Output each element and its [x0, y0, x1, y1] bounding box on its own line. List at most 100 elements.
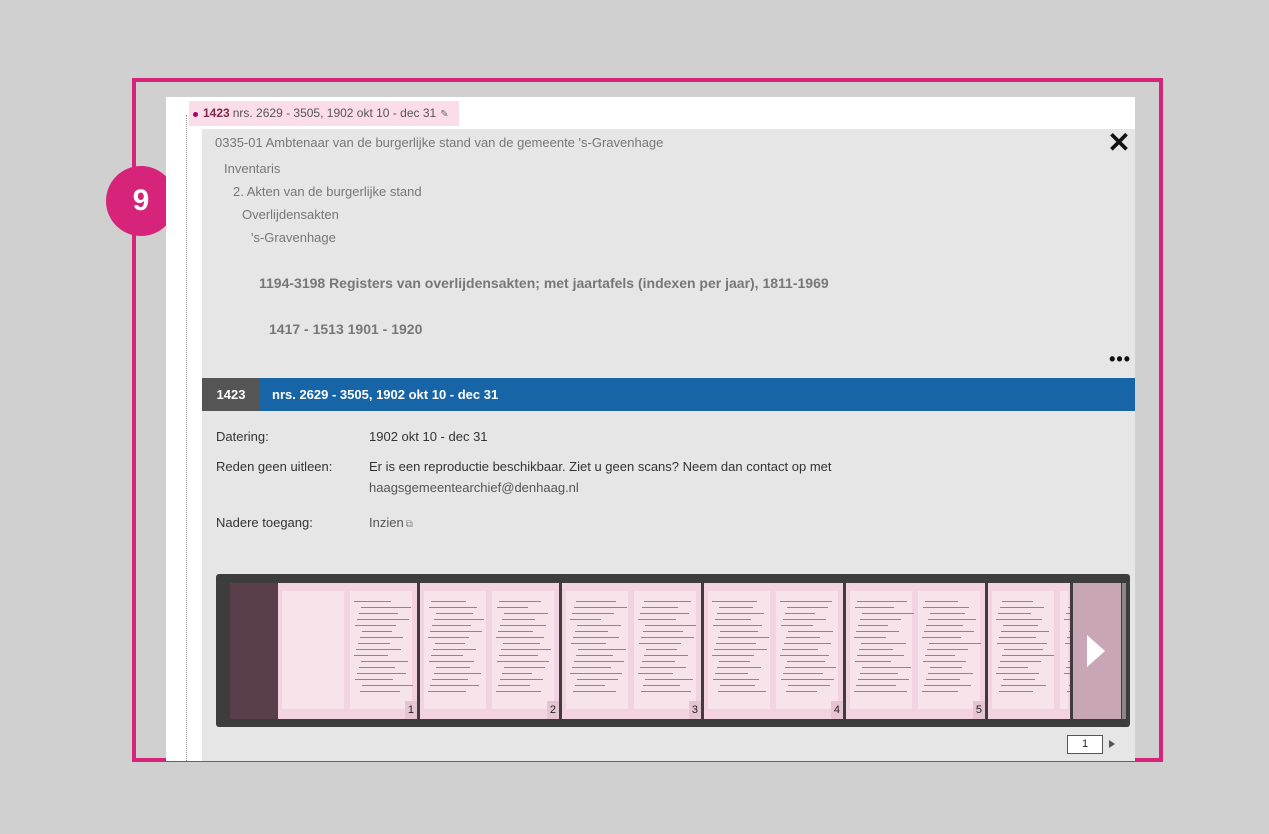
handwriting-line: [926, 625, 963, 626]
handwriting-line: [570, 673, 622, 674]
handwriting-line: [858, 679, 909, 680]
handwriting-line: [496, 637, 544, 638]
handwriting-line: [430, 685, 479, 686]
scan-page: [708, 591, 770, 709]
handwriting-line: [638, 619, 676, 620]
handwriting-line: [1002, 601, 1033, 602]
handwriting-line: [1068, 607, 1070, 608]
handwriting-line: [497, 661, 549, 662]
arrow-right-icon: [1087, 635, 1105, 667]
handwriting-line: [785, 667, 836, 668]
scan-page: [634, 591, 696, 709]
viewer-next-button[interactable]: [1073, 583, 1121, 719]
breadcrumb-overlijdensakten[interactable]: Overlijdensakten: [242, 207, 339, 222]
handwriting-line: [645, 625, 696, 626]
handwriting-line: [358, 643, 390, 644]
handwriting-line: [713, 679, 759, 680]
handwriting-line: [1004, 649, 1043, 650]
handwriting-line: [1067, 637, 1070, 638]
close-button[interactable]: ✕: [1105, 129, 1133, 157]
handwriting-line: [642, 661, 675, 662]
field-label-datering: Datering:: [216, 429, 269, 444]
viewer-scrollbar[interactable]: [1122, 583, 1126, 719]
handwriting-line: [714, 649, 767, 650]
handwriting-line: [643, 631, 683, 632]
more-options-button[interactable]: •••: [1109, 349, 1131, 370]
thumbnail-number: 1: [404, 701, 417, 719]
handwriting-line: [780, 655, 829, 656]
breadcrumb-akten[interactable]: 2. Akten van de burgerlijke stand: [233, 184, 422, 199]
scan-thumbnail[interactable]: 1: [278, 583, 417, 719]
handwriting-line: [718, 691, 766, 692]
handwriting-line: [783, 619, 826, 620]
record-titlebar: 1423 nrs. 2629 - 3505, 1902 okt 10 - dec…: [202, 378, 1135, 411]
handwriting-line: [573, 691, 616, 692]
handwriting-line: [571, 643, 606, 644]
handwriting-line: [435, 643, 465, 644]
field-value-nadere-toegang[interactable]: Inzien ⧉: [369, 513, 413, 535]
inzien-link[interactable]: Inzien: [369, 515, 404, 530]
handwriting-line: [496, 691, 541, 692]
handwriting-line: [1066, 667, 1070, 668]
scan-thumbnail-partial[interactable]: [988, 583, 1070, 719]
page-number-input[interactable]: 1: [1067, 735, 1103, 754]
handwriting-line: [998, 667, 1028, 668]
handwriting-line: [924, 685, 971, 686]
handwriting-line: [429, 607, 477, 608]
handwriting-line: [428, 691, 466, 692]
handwriting-line: [576, 601, 616, 602]
handwriting-line: [720, 685, 755, 686]
breadcrumb-subseries[interactable]: 1417 - 1513 1901 - 1920: [269, 321, 422, 337]
detail-panel: ✕ 0335-01 Ambtenaar van de burgerlijke s…: [202, 129, 1135, 761]
handwriting-line: [783, 673, 823, 674]
handwriting-line: [855, 661, 891, 662]
handwriting-line: [428, 637, 469, 638]
contact-email-link[interactable]: haagsgemeentearchief@denhaag.nl: [369, 478, 579, 498]
next-page-icon[interactable]: [1109, 740, 1115, 748]
handwriting-line: [927, 649, 968, 650]
breadcrumb-archive[interactable]: 0335-01 Ambtenaar van de burgerlijke sta…: [215, 135, 663, 150]
handwriting-line: [787, 607, 828, 608]
paperclip-icon: ✎: [440, 109, 449, 120]
handwriting-line: [355, 625, 396, 626]
handwriting-line: [922, 691, 958, 692]
handwriting-line: [431, 655, 463, 656]
handwriting-line: [856, 631, 899, 632]
handwriting-line: [434, 619, 484, 620]
handwriting-line: [573, 637, 619, 638]
handwriting-line: [354, 601, 391, 602]
handwriting-line: [577, 679, 618, 680]
handwriting-line: [999, 637, 1036, 638]
handwriting-line: [575, 685, 605, 686]
scan-thumbnail[interactable]: 3: [562, 583, 701, 719]
handwriting-line: [639, 643, 681, 644]
scan-thumbnail[interactable]: 4: [704, 583, 843, 719]
handwriting-line: [361, 607, 411, 608]
record-title: nrs. 2629 - 3505, 1902 okt 10 - dec 31: [272, 387, 499, 402]
breadcrumb-gravenhage[interactable]: 's-Gravenhage: [251, 230, 336, 245]
handwriting-line: [930, 613, 965, 614]
handwriting-line: [861, 643, 906, 644]
scan-page: [566, 591, 628, 709]
handwriting-line: [998, 613, 1031, 614]
handwriting-line: [641, 691, 691, 692]
handwriting-line: [501, 649, 551, 650]
handwriting-line: [997, 643, 1047, 644]
email-link[interactable]: haagsgemeentearchief@denhaag.nl: [369, 480, 579, 495]
handwriting-line: [923, 661, 966, 662]
scan-thumbnail[interactable]: 5: [846, 583, 985, 719]
scan-thumbnail[interactable]: 2: [420, 583, 559, 719]
handwriting-line: [504, 613, 548, 614]
handwriting-line: [787, 661, 825, 662]
tab-record[interactable]: 1423 nrs. 2629 - 3505, 1902 okt 10 - dec …: [189, 101, 459, 126]
handwriting-line: [1066, 613, 1070, 614]
viewer-previous-area[interactable]: [230, 583, 278, 719]
breadcrumb-series[interactable]: 1194-3198 Registers van overlijdensakten…: [259, 275, 829, 291]
handwriting-line: [502, 619, 535, 620]
handwriting-line: [498, 631, 533, 632]
handwriting-line: [432, 625, 471, 626]
handwriting-line: [1065, 643, 1070, 644]
breadcrumb-inventaris[interactable]: Inventaris: [224, 161, 280, 176]
handwriting-line: [928, 619, 976, 620]
scan-page: [850, 591, 914, 709]
